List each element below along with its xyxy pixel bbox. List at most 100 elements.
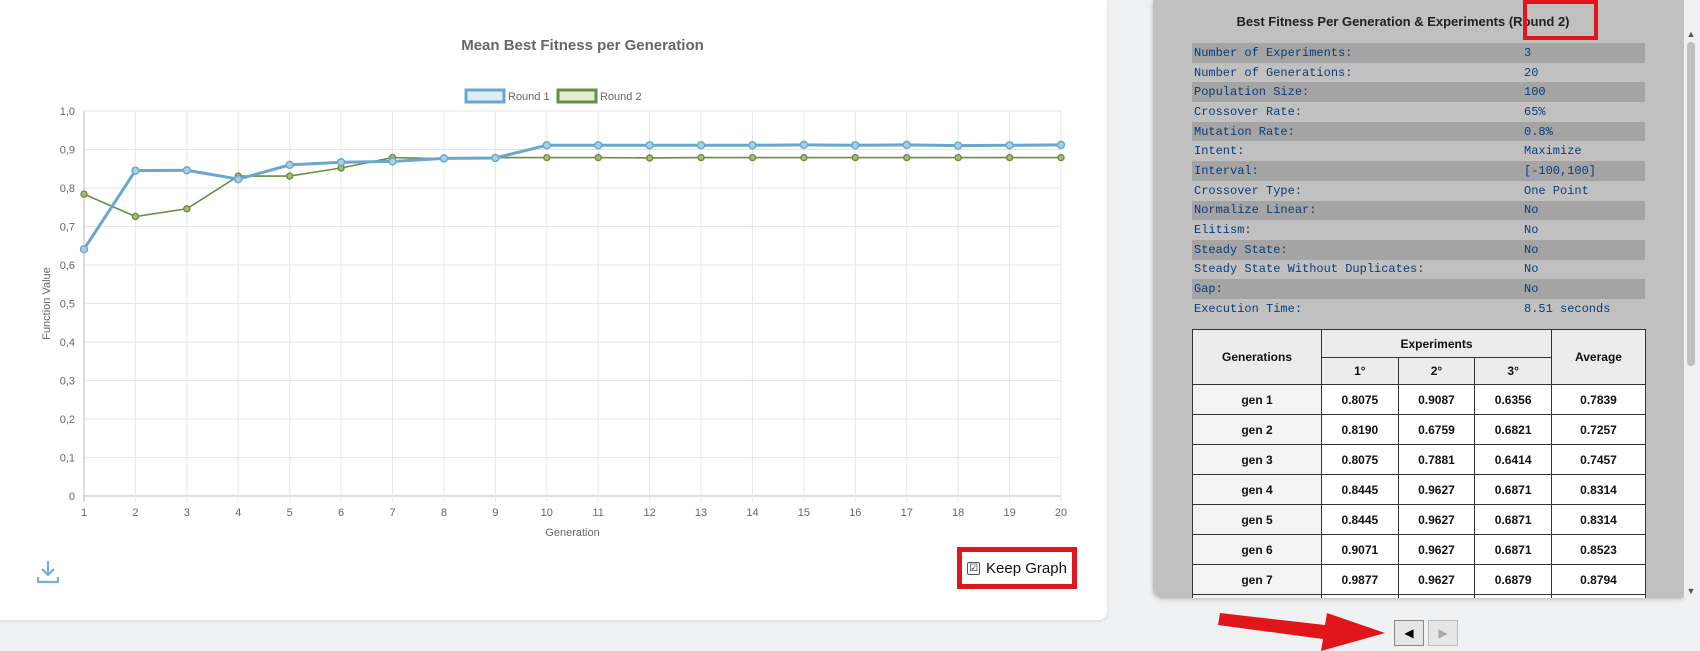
param-key: Mutation Rate: xyxy=(1192,121,1522,142)
scroll-down-icon[interactable]: ▼ xyxy=(1684,584,1698,598)
average-cell: 0.7839 xyxy=(1551,384,1646,415)
experiment-value-cell: 0.6879 xyxy=(1474,564,1552,595)
table-row: gen 4 0.8445 0.9627 0.6871 0.8314 xyxy=(1192,474,1646,505)
average-cell: 0.8769 xyxy=(1551,594,1646,598)
col-exp-1: 1° xyxy=(1321,357,1399,385)
data-point xyxy=(183,205,191,213)
param-row: Crossover Type: One Point xyxy=(1192,181,1645,201)
param-row: Normalize Linear: No xyxy=(1192,200,1645,221)
param-row: Steady State Without Duplicates: No xyxy=(1192,260,1645,280)
table-row: gen 3 0.8075 0.7881 0.6414 0.7457 xyxy=(1192,444,1646,475)
param-value: Maximize xyxy=(1524,144,1582,159)
param-row: Mutation Rate: 0.8% xyxy=(1192,121,1645,142)
col-exp-2: 2° xyxy=(1397,357,1476,385)
x-tick-label: 2 xyxy=(132,507,138,519)
round-highlight-box xyxy=(1523,0,1598,40)
experiment-value-cell: 0.9627 xyxy=(1397,564,1476,595)
param-value: [-100,100] xyxy=(1522,161,1645,181)
legend-swatch xyxy=(556,88,598,104)
param-value: 65% xyxy=(1524,104,1546,119)
experiment-value-cell: 0.9087 xyxy=(1397,384,1476,415)
x-tick-label: 16 xyxy=(849,507,861,519)
x-tick-label: 18 xyxy=(952,507,964,519)
data-point xyxy=(182,166,192,175)
data-point xyxy=(1005,141,1014,150)
experiment-value-cell: 0.9627 xyxy=(1397,534,1476,565)
series-line-round-1 xyxy=(82,143,1062,251)
data-point xyxy=(748,141,757,150)
x-tick-label: 11 xyxy=(592,507,603,519)
data-point xyxy=(696,141,706,150)
y-axis-label: Function Value xyxy=(41,267,53,340)
param-row: Number of Generations: 20 xyxy=(1192,63,1645,83)
parameters-table: Number of Experiments: 3 Number of Generat… xyxy=(1192,43,1645,319)
param-key: Steady State Without Duplicates: xyxy=(1194,262,1425,277)
data-point xyxy=(80,190,88,198)
download-icon[interactable] xyxy=(34,558,62,586)
param-row: Population Size: 100 xyxy=(1192,82,1645,103)
experiment-value-cell: 0.7881 xyxy=(1397,444,1476,475)
param-key: Execution Time: xyxy=(1194,301,1303,316)
legend-label: Round 1 xyxy=(508,91,550,103)
param-row: Number of Experiments: 3 xyxy=(1192,43,1645,63)
next-round-button[interactable]: ▶ xyxy=(1428,620,1458,646)
results-table-scroll[interactable]: Generations Experiments Average 1° 2° 3°… xyxy=(1192,329,1646,598)
y-tick-label: 0,1 xyxy=(60,453,75,465)
keep-graph-checkbox[interactable]: ☑ Keep Graph xyxy=(957,547,1077,589)
table-row: gen 2 0.8190 0.6759 0.6821 0.7257 xyxy=(1192,414,1646,445)
y-tick-label: 0,3 xyxy=(60,376,75,388)
data-point xyxy=(697,153,705,162)
data-point xyxy=(1057,153,1065,162)
scroll-thumb[interactable] xyxy=(1687,42,1695,366)
x-tick-label: 17 xyxy=(901,507,913,519)
chart-title: Mean Best Fitness per Generation xyxy=(461,37,704,54)
param-value: 20 xyxy=(1524,65,1539,80)
x-axis-label: Generation xyxy=(545,527,599,539)
table-row: gen 1 0.8075 0.9087 0.6356 0.7839 xyxy=(1192,384,1646,415)
generation-cell: gen 3 xyxy=(1192,444,1322,475)
series-line-round-2 xyxy=(83,156,1061,218)
param-key: Crossover Type: xyxy=(1194,183,1303,198)
param-row: Elitism: No xyxy=(1192,220,1645,240)
data-point xyxy=(131,212,140,221)
average-cell: 0.7257 xyxy=(1551,414,1646,445)
x-tick-label: 3 xyxy=(184,507,190,519)
checkbox-icon[interactable]: ☑ xyxy=(967,561,981,575)
param-value: No xyxy=(1524,262,1539,277)
param-value: No xyxy=(1522,239,1645,260)
generation-cell: gen 5 xyxy=(1192,504,1322,535)
param-value: One Point xyxy=(1524,183,1589,198)
data-point xyxy=(902,140,911,150)
param-key: Normalize Linear: xyxy=(1192,200,1522,221)
x-tick-label: 12 xyxy=(644,507,656,519)
scroll-up-icon[interactable]: ▲ xyxy=(1684,27,1698,41)
data-point xyxy=(1056,140,1066,150)
param-key: Number of Experiments: xyxy=(1192,43,1522,63)
param-key: Gap: xyxy=(1192,279,1522,299)
x-tick-label: 10 xyxy=(541,507,553,519)
red-arrow-annotation xyxy=(1218,613,1385,651)
data-point xyxy=(285,160,294,170)
average-cell: 0.8314 xyxy=(1551,474,1646,505)
panel-scrollbar[interactable]: ▲ ▼ xyxy=(1684,0,1698,598)
x-tick-label: 5 xyxy=(287,507,293,519)
x-tick-label: 20 xyxy=(1055,507,1067,519)
data-point xyxy=(234,174,243,184)
keep-graph-label: Keep Graph xyxy=(986,559,1067,577)
experiment-value-cell: 0.6871 xyxy=(1474,504,1552,535)
chart-card: Mean Best Fitness per Generation 0 0,1 0,2 0… xyxy=(0,0,1107,620)
param-value: 0.8% xyxy=(1522,121,1645,142)
x-tick-label: 1 xyxy=(81,507,87,519)
y-tick-label: 0,8 xyxy=(60,183,75,195)
x-tick-label: 9 xyxy=(492,507,498,519)
param-value: 8.51 seconds xyxy=(1524,301,1611,316)
experiment-value-cell: 0.9071 xyxy=(1321,534,1399,565)
data-point xyxy=(851,153,860,162)
param-key: Interval: xyxy=(1192,161,1522,181)
experiment-value-cell: 0.8075 xyxy=(1321,384,1399,415)
y-tick-label: 0,4 xyxy=(60,337,75,349)
average-cell: 0.8523 xyxy=(1551,534,1646,565)
y-tick-label: 1,0 xyxy=(60,106,75,118)
previous-round-button[interactable]: ◀ xyxy=(1394,620,1424,646)
generation-cell: gen 7 xyxy=(1192,564,1322,595)
